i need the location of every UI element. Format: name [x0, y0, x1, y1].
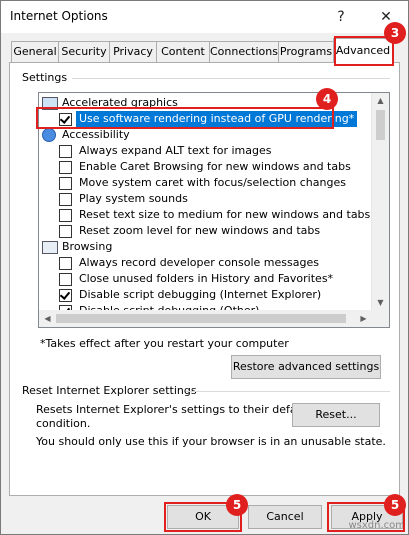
cancel-button[interactable]: Cancel	[248, 505, 322, 529]
restore-advanced-settings-button[interactable]: Restore advanced settings	[231, 355, 381, 379]
move-system-caret-checkbox[interactable]	[59, 177, 72, 190]
vertical-scrollbar[interactable]: ▲ ▼	[371, 93, 389, 310]
disable-script-debugging-ie-checkbox[interactable]	[59, 289, 72, 302]
expand-alt-text-checkbox[interactable]	[59, 145, 72, 158]
caret-browsing-checkbox[interactable]	[59, 161, 72, 174]
reset-zoom-level-checkbox[interactable]	[59, 225, 72, 238]
tab-content[interactable]: Content	[156, 41, 210, 62]
annotation-option-box	[36, 107, 334, 129]
reset-group-label: Reset Internet Explorer settings	[22, 384, 197, 397]
accessibility-icon	[42, 128, 56, 142]
play-system-sounds-checkbox[interactable]	[59, 193, 72, 206]
tab-programs[interactable]: Programs	[278, 41, 334, 62]
tab-connections[interactable]: Connections	[209, 41, 279, 62]
scroll-up-arrow-icon[interactable]: ▲	[372, 96, 389, 105]
reset-button[interactable]: Reset...	[292, 403, 380, 427]
tab-security[interactable]: Security	[58, 41, 110, 62]
annotation-badge-advanced: 3	[384, 22, 406, 44]
scroll-down-arrow-icon[interactable]: ▼	[372, 298, 389, 307]
tab-privacy[interactable]: Privacy	[109, 41, 157, 62]
horizontal-scroll-thumb[interactable]	[56, 314, 346, 323]
restart-footnote: *Takes effect after you restart your com…	[40, 337, 289, 350]
scroll-left-arrow-icon[interactable]: ◀	[39, 314, 56, 323]
reset-description-line1: Resets Internet Explorer's settings to t…	[36, 403, 311, 416]
horizontal-scrollbar[interactable]: ◀ ▶	[39, 310, 372, 327]
help-button[interactable]: ?	[329, 5, 353, 29]
internet-options-dialog: Internet Options ? ✕ General Security Pr…	[0, 0, 409, 535]
reset-warning-note: You should only use this if your browser…	[36, 435, 386, 448]
checkmark-icon	[59, 289, 71, 300]
annotation-advanced-box	[334, 36, 394, 66]
close-unused-folders-checkbox[interactable]	[59, 273, 72, 286]
vertical-scroll-thumb[interactable]	[376, 110, 385, 140]
settings-group-label: Settings	[22, 71, 68, 84]
annotation-badge-ok: 5	[226, 494, 248, 516]
scroll-right-arrow-icon[interactable]: ▶	[355, 314, 372, 323]
annotation-badge-option: 4	[316, 88, 338, 110]
browsing-icon	[42, 241, 58, 254]
annotation-badge-apply: 5	[384, 494, 406, 516]
record-console-messages-checkbox[interactable]	[59, 257, 72, 270]
tab-general[interactable]: General	[11, 41, 59, 62]
scrollbar-corner	[372, 310, 389, 327]
settings-group-divider	[72, 78, 390, 79]
reset-group-divider	[186, 391, 390, 392]
title-bar: Internet Options ? ✕	[1, 1, 408, 33]
reset-text-size-checkbox[interactable]	[59, 209, 72, 222]
window-title: Internet Options	[10, 9, 108, 23]
reset-description-line2: condition.	[36, 417, 91, 430]
